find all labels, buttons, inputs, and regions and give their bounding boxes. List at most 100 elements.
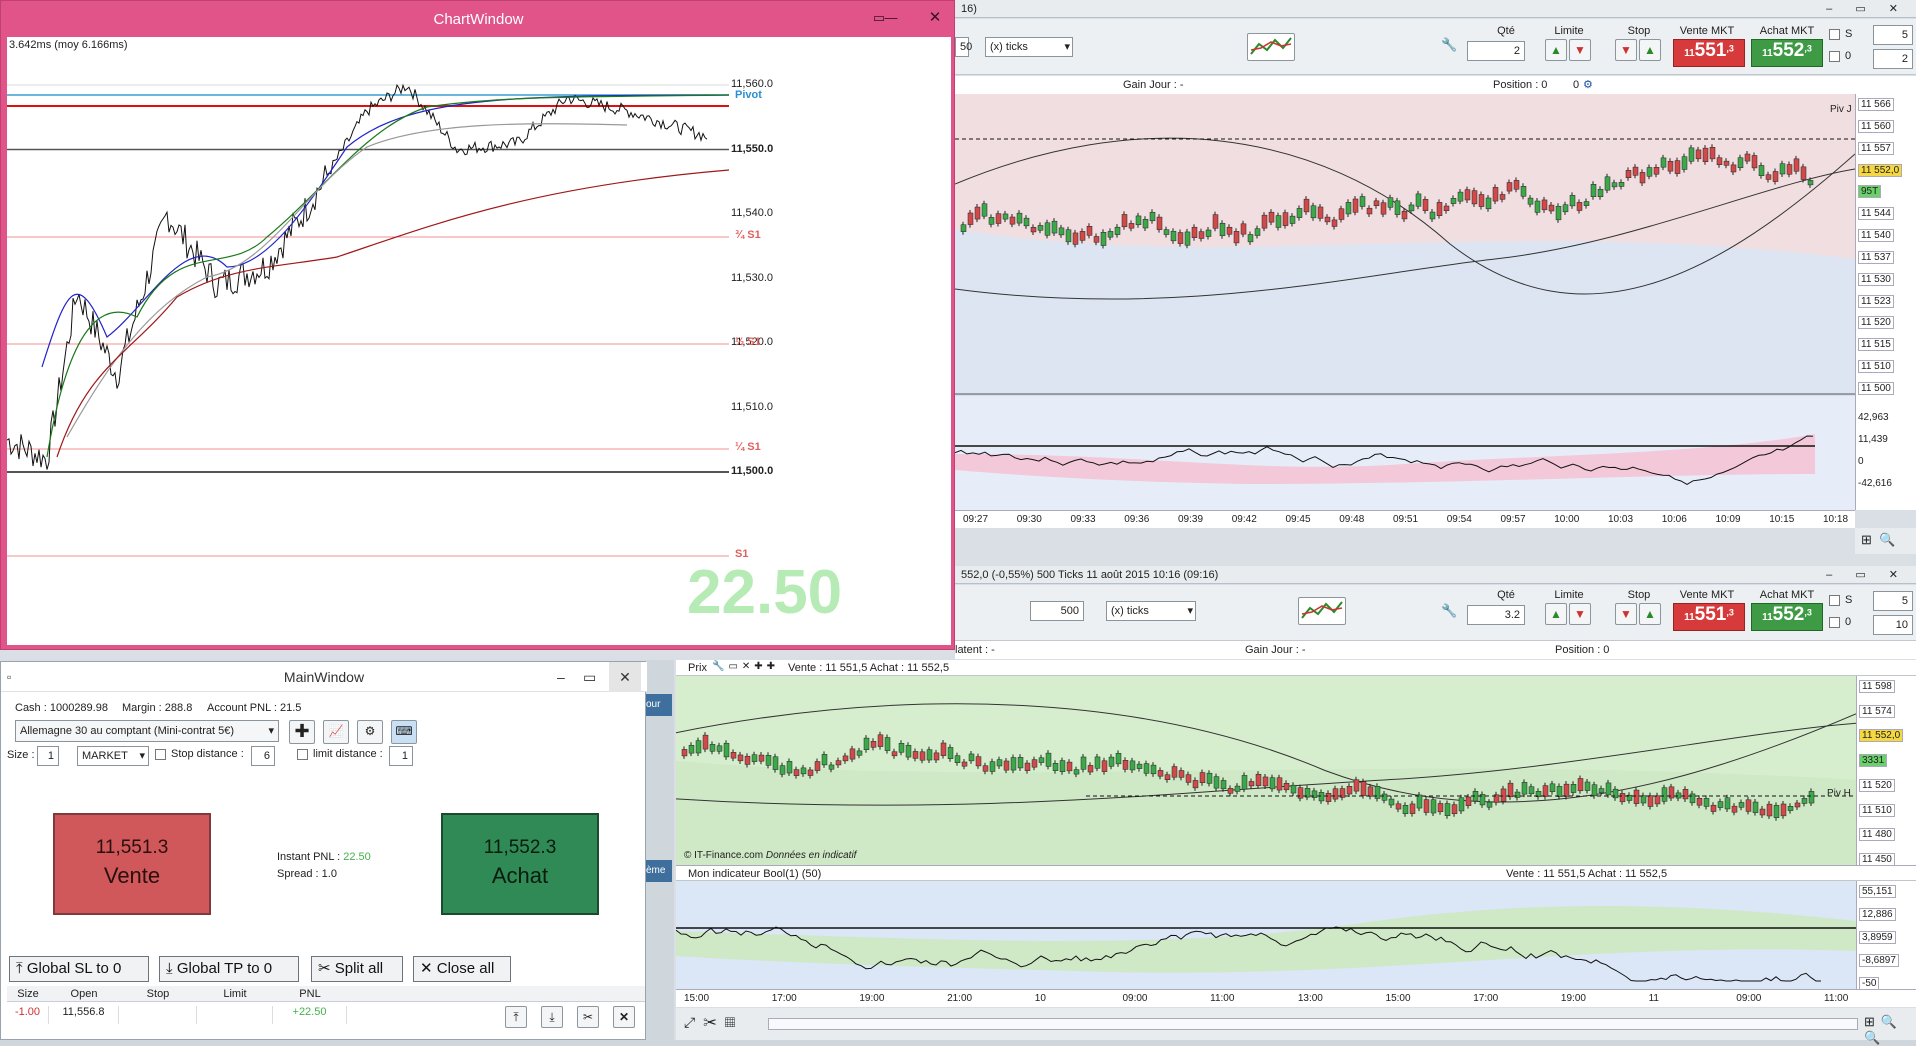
- split-all-button[interactable]: ✂ Split all: [311, 956, 403, 982]
- candle: [1401, 210, 1408, 220]
- candle: [1303, 198, 1310, 213]
- stop-distance-input[interactable]: 6: [251, 746, 275, 766]
- bottom-limit-down-icon[interactable]: ▼: [1569, 603, 1591, 625]
- limit-up-icon[interactable]: ▲: [1545, 39, 1567, 61]
- bottom-wrench-icon[interactable]: 🔧: [1441, 603, 1457, 619]
- bottom-ticks-select[interactable]: (x) ticks ▾: [1106, 601, 1196, 621]
- limit-distance-checkbox[interactable]: [297, 749, 308, 760]
- bottom-zero-input[interactable]: 10: [1873, 615, 1913, 635]
- bottom-sell-mkt-button[interactable]: 11551,3: [1673, 603, 1745, 631]
- bottom-ticks-input[interactable]: 500: [1030, 601, 1084, 621]
- axis-price-label: 3,8959: [1859, 931, 1896, 944]
- bottom-qty-input[interactable]: 3.2: [1467, 605, 1525, 625]
- mw-close-icon[interactable]: ✕: [609, 662, 641, 692]
- row-sl-icon[interactable]: ⤒: [505, 1006, 527, 1028]
- moving-average: [66, 123, 628, 438]
- top-pane-toolbar: 50 (x) ticks ▾ 🔧 Qté 2 Limite ▲ ▼ Stop ▼ …: [955, 19, 1916, 75]
- top-sell-mkt-button[interactable]: 11551,3: [1673, 39, 1745, 67]
- top-ticks-input[interactable]: 50: [955, 37, 972, 57]
- top-pane-header-text: 16): [961, 3, 977, 15]
- add-icon[interactable]: ✚: [289, 720, 315, 744]
- s-input[interactable]: 5: [1873, 25, 1913, 45]
- stop-up-icon[interactable]: ▲: [1639, 39, 1661, 61]
- zoom-icons[interactable]: ⊞🔍🔍: [1864, 1014, 1916, 1046]
- candle: [1569, 195, 1576, 207]
- order-type-select[interactable]: MARKET ▾: [77, 746, 149, 766]
- row-close-icon[interactable]: ✕: [613, 1006, 635, 1028]
- limit-down-icon[interactable]: ▼: [1569, 39, 1591, 61]
- chart-tool-icons[interactable]: ⤢✂▦: [684, 1014, 743, 1031]
- global-tp-button[interactable]: ⤓ Global TP to 0: [159, 956, 299, 982]
- mw-maximize-icon[interactable]: ▭: [583, 662, 596, 692]
- time-label: 09:48: [1339, 514, 1365, 525]
- candle: [905, 744, 912, 758]
- price-header-icons[interactable]: 🔧▭✕✚✚: [712, 661, 779, 672]
- side-tab-jour[interactable]: our: [646, 694, 672, 716]
- size-input[interactable]: 1: [37, 746, 59, 766]
- instrument-select[interactable]: Allemagne 30 au comptant (Mini-contrat 5…: [15, 720, 279, 742]
- bottom-window-controls[interactable]: – ▭ ✕: [1826, 566, 1908, 584]
- bottom-s-checkbox[interactable]: [1829, 595, 1840, 606]
- pane-window-controls[interactable]: – ▭ ✕: [1826, 0, 1908, 18]
- horizontal-scrollbar[interactable]: [768, 1018, 1858, 1030]
- bottom-limit-up-icon[interactable]: ▲: [1545, 603, 1567, 625]
- time-label: 09:45: [1285, 514, 1311, 525]
- s-checkbox[interactable]: [1829, 29, 1840, 40]
- mw-minimize-icon[interactable]: –: [557, 662, 565, 692]
- close-all-button[interactable]: ✕ Close all: [413, 956, 511, 982]
- top-price-axis: 11 566 11 560 11 557 11 552,0 95T 11 544 11 54…: [1830, 94, 1916, 510]
- candle: [1451, 804, 1458, 815]
- time-label: 17:00: [1473, 993, 1499, 1004]
- zero-input[interactable]: 2: [1873, 49, 1913, 69]
- bottom-buy-mkt-button[interactable]: 11552,3: [1751, 603, 1823, 631]
- candle: [1437, 803, 1444, 813]
- axis-price-label: 11 598: [1859, 680, 1895, 693]
- candle: [1555, 205, 1562, 221]
- bottom-zero-checkbox[interactable]: [1829, 617, 1840, 628]
- sell-button[interactable]: 11,551.3 Vente: [53, 813, 211, 915]
- cash-label: Cash : 1000289.98: [15, 702, 108, 714]
- chart-icon[interactable]: 📈: [323, 720, 349, 744]
- bottom-chart-type-icon[interactable]: [1298, 597, 1346, 625]
- side-tab-theme[interactable]: ème: [646, 860, 672, 882]
- limit-distance-input[interactable]: 1: [389, 746, 413, 766]
- restore-icon[interactable]: ▭: [865, 7, 893, 29]
- bottom-stop-down-icon[interactable]: ▼: [1615, 603, 1637, 625]
- stop-down-icon[interactable]: ▼: [1615, 39, 1637, 61]
- candle: [1527, 197, 1534, 205]
- bottom-s-input[interactable]: 5: [1873, 591, 1913, 611]
- keyboard-icon[interactable]: ⌨: [391, 720, 417, 744]
- bottom-limit-label: Limite: [1554, 589, 1584, 601]
- bottom-gain-bar: latent : - Gain Jour : - Position : 0: [955, 641, 1916, 659]
- candle: [1409, 803, 1416, 814]
- row-tp-icon[interactable]: ⤓: [541, 1006, 563, 1028]
- candle: [1052, 763, 1059, 771]
- close-icon[interactable]: ✕: [921, 7, 949, 29]
- settings-gear-icon[interactable]: ⚙: [357, 720, 383, 744]
- top-zoom-controls[interactable]: ⊞ 🔍: [1855, 528, 1916, 554]
- gear-icon[interactable]: ⚙: [1583, 78, 1593, 91]
- candle: [765, 755, 772, 766]
- bottom-stop-up-icon[interactable]: ▲: [1639, 603, 1661, 625]
- top-ticks-select[interactable]: (x) ticks ▾: [985, 37, 1073, 57]
- buy-button[interactable]: 11,552.3 Achat: [441, 813, 599, 915]
- global-sl-button[interactable]: ⤒ Global SL to 0: [9, 956, 149, 982]
- row-split-icon[interactable]: ✂: [577, 1006, 599, 1028]
- zoom-fit-icon[interactable]: ⊞: [1861, 532, 1872, 548]
- bottom-s-label: S: [1845, 594, 1853, 606]
- stop-distance-checkbox[interactable]: [155, 749, 166, 760]
- candle: [723, 742, 730, 758]
- candle: [821, 754, 828, 766]
- wrench-icon[interactable]: 🔧: [1441, 37, 1457, 55]
- split-all-label: Split all: [334, 960, 384, 977]
- zoom-out-icon[interactable]: 🔍: [1879, 532, 1895, 548]
- top-buy-mkt-button[interactable]: 11552,3: [1751, 39, 1823, 67]
- qty-input[interactable]: 2: [1467, 41, 1525, 61]
- candle: [1198, 231, 1205, 239]
- positions-header-limit: Limit: [223, 988, 247, 1000]
- candle: [1219, 223, 1226, 236]
- chart-type-icon[interactable]: [1247, 33, 1295, 61]
- candle: [1017, 757, 1024, 769]
- zero-checkbox[interactable]: [1829, 51, 1840, 62]
- candle: [1087, 765, 1094, 773]
